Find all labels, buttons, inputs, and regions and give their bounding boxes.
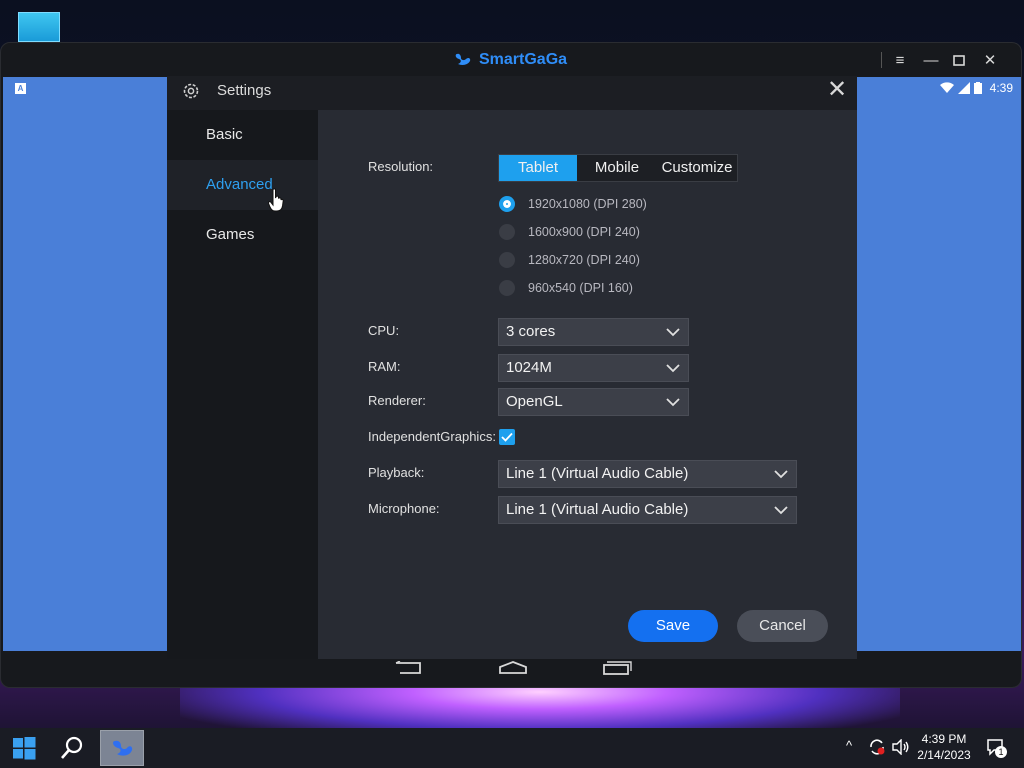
- emulator-brand: SmartGaGa: [453, 50, 567, 70]
- android-time: 4:39: [989, 81, 1013, 95]
- chevron-down-icon: [666, 364, 680, 373]
- resolution-option[interactable]: 1600x900 (DPI 240): [499, 224, 640, 240]
- settings-content: Resolution: Tablet Mobile Customize 1920…: [318, 110, 857, 659]
- sync-icon[interactable]: [868, 738, 886, 756]
- chevron-down-icon: [774, 506, 788, 515]
- radio-icon[interactable]: [499, 252, 515, 268]
- radio-icon[interactable]: [499, 224, 515, 240]
- swan-logo-icon: [455, 53, 471, 65]
- windows-start-icon[interactable]: [10, 734, 38, 762]
- microphone-select[interactable]: Line 1 (Virtual Audio Cable): [498, 496, 797, 524]
- search-icon[interactable]: [58, 734, 86, 762]
- emulator-titlebar: SmartGaGa ≡ — ✕: [1, 43, 1021, 77]
- notification-badge: A: [15, 83, 26, 94]
- wifi-icon: [939, 82, 954, 93]
- radio-selected-icon[interactable]: [499, 196, 515, 212]
- settings-title: Settings: [217, 82, 272, 99]
- sidebar-item-basic[interactable]: Basic: [167, 110, 318, 160]
- playback-select-value: Line 1 (Virtual Audio Cable): [506, 465, 689, 482]
- chevron-down-icon: [666, 328, 680, 337]
- emulator-brand-text: SmartGaGa: [479, 51, 568, 68]
- renderer-select-value: OpenGL: [506, 393, 563, 410]
- resolution-option-label: 1600x900 (DPI 240): [528, 225, 640, 239]
- tab-customize[interactable]: Customize: [657, 155, 737, 181]
- ram-select-value: 1024M: [506, 359, 552, 376]
- gear-icon: [183, 83, 199, 99]
- ram-select[interactable]: 1024M: [498, 354, 689, 382]
- android-statusbar: 4:39: [939, 81, 1013, 95]
- taskbar-clock[interactable]: 4:39 PM 2/14/2023: [910, 731, 978, 763]
- resolution-label: Resolution:: [368, 159, 434, 174]
- taskbar-date: 2/14/2023: [917, 748, 971, 762]
- independent-graphics-checkbox[interactable]: [499, 429, 515, 445]
- battery-icon: [973, 82, 982, 94]
- cpu-select-value: 3 cores: [506, 323, 556, 340]
- resolution-option-label: 1280x720 (DPI 240): [528, 253, 640, 267]
- hand-cursor-icon: [268, 188, 284, 212]
- settings-dialog: Settings ✕ Basic Advanced Games Resoluti…: [167, 76, 857, 659]
- desktop-icon[interactable]: [18, 12, 60, 42]
- renderer-label: Renderer:: [368, 393, 426, 408]
- notification-count-badge: 1: [995, 746, 1007, 758]
- signal-icon: [957, 82, 970, 94]
- sidebar-item-advanced[interactable]: Advanced: [167, 160, 318, 210]
- cpu-select[interactable]: 3 cores: [498, 318, 689, 346]
- playback-label: Playback:: [368, 465, 425, 480]
- resolution-option-label: 1920x1080 (DPI 280): [528, 197, 647, 211]
- settings-sidebar: Basic Advanced Games: [167, 110, 318, 659]
- microphone-select-value: Line 1 (Virtual Audio Cable): [506, 501, 689, 518]
- resolution-option[interactable]: 960x540 (DPI 160): [499, 280, 633, 296]
- taskbar-time: 4:39 PM: [921, 732, 967, 746]
- volume-icon[interactable]: [892, 739, 910, 755]
- resolution-option-label: 960x540 (DPI 160): [528, 281, 633, 295]
- resolution-option[interactable]: 1920x1080 (DPI 280): [499, 196, 647, 212]
- titlebar-separator: [881, 52, 882, 68]
- minimize-icon[interactable]: —: [921, 51, 941, 69]
- save-button[interactable]: Save: [628, 610, 718, 642]
- chevron-down-icon: [774, 470, 788, 479]
- cpu-label: CPU:: [368, 323, 400, 338]
- tray-chevron-up-icon[interactable]: ^: [846, 738, 852, 753]
- playback-select[interactable]: Line 1 (Virtual Audio Cable): [498, 460, 797, 488]
- taskbar: ^ 4:39 PM 2/14/2023 1: [0, 728, 1024, 768]
- back-icon[interactable]: [394, 660, 422, 680]
- smartgaga-app-icon: [113, 740, 133, 756]
- home-icon[interactable]: [498, 661, 528, 680]
- tab-mobile[interactable]: Mobile: [577, 155, 657, 181]
- cancel-button[interactable]: Cancel: [737, 610, 828, 642]
- settings-close-icon[interactable]: ✕: [825, 78, 849, 102]
- menu-icon[interactable]: ≡: [890, 51, 910, 69]
- resolution-option[interactable]: 1280x720 (DPI 240): [499, 252, 640, 268]
- notification-center-icon[interactable]: 1: [986, 738, 1007, 758]
- smartgaga-taskbar-button[interactable]: [100, 730, 144, 766]
- microphone-label: Microphone:: [368, 501, 440, 516]
- tab-tablet[interactable]: Tablet: [499, 155, 577, 181]
- recent-apps-icon[interactable]: [602, 661, 632, 680]
- sidebar-item-games[interactable]: Games: [167, 210, 318, 260]
- check-icon: [501, 432, 513, 442]
- settings-header: Settings ✕: [167, 76, 857, 110]
- chevron-down-icon: [666, 398, 680, 407]
- radio-icon[interactable]: [499, 280, 515, 296]
- resolution-tabs: Tablet Mobile Customize: [498, 154, 738, 182]
- maximize-icon[interactable]: [949, 51, 969, 69]
- renderer-select[interactable]: OpenGL: [498, 388, 689, 416]
- close-icon[interactable]: ✕: [980, 51, 1000, 69]
- independent-graphics-label: IndependentGraphics:: [368, 429, 496, 444]
- ram-label: RAM:: [368, 359, 401, 374]
